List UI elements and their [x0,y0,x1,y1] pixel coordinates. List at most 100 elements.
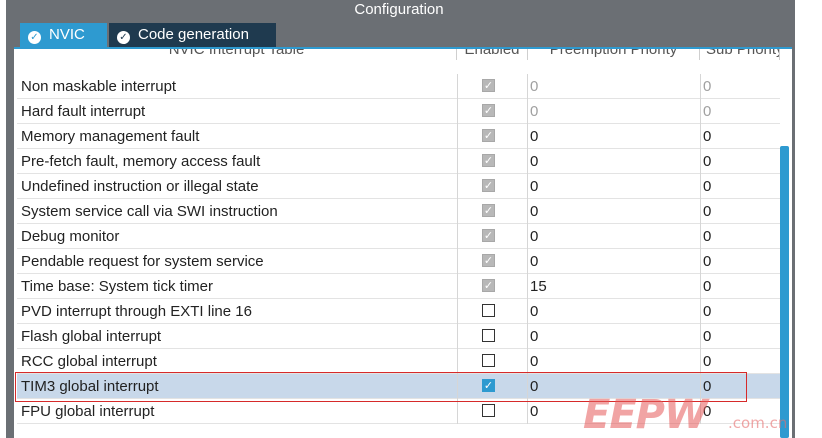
column-divider [457,224,458,249]
preemption-priority-value[interactable]: 0 [530,349,538,373]
tab-code-generation[interactable]: ✓ Code generation [109,23,276,47]
column-divider [457,99,458,124]
sub-priority-value[interactable]: 0 [703,224,711,248]
enabled-checkbox: ✓ [482,229,495,242]
enabled-checkbox[interactable] [482,354,495,367]
column-divider [527,99,528,124]
sub-priority-value[interactable]: 0 [703,124,711,148]
interrupt-name: Non maskable interrupt [21,78,177,95]
table-row[interactable]: RCC global interrupt 0 0 [17,349,780,374]
window-frame-left [6,0,14,438]
column-divider [457,274,458,299]
column-divider [457,74,458,99]
enabled-checkbox: ✓ [482,254,495,267]
enabled-checkbox: ✓ [482,154,495,167]
table-row[interactable]: Hard fault interrupt ✓ 0 0 [17,99,780,124]
preemption-priority-value[interactable]: 0 [530,324,538,348]
enabled-checkbox: ✓ [482,104,495,117]
sub-priority-value[interactable]: 0 [703,249,711,273]
enabled-checkbox: ✓ [482,204,495,217]
table-header: NVIC Interrupt Table Enabled Preemption … [14,49,780,61]
column-divider [700,174,701,199]
sub-priority-value[interactable]: 0 [703,174,711,198]
interrupt-name: Hard fault interrupt [21,103,146,120]
tab-nvic[interactable]: ✓ NVIC [20,23,107,47]
check-circle-icon: ✓ [28,31,41,44]
table-row[interactable]: Memory management fault ✓ 0 0 [17,124,780,149]
table-row[interactable]: PVD interrupt through EXTI line 16 0 0 [17,299,780,324]
preemption-priority-value[interactable]: 15 [530,274,547,298]
sub-priority-value[interactable]: 0 [703,274,711,298]
interrupt-name: RCC global interrupt [21,353,157,370]
enabled-checkbox: ✓ [482,179,495,192]
column-divider [457,124,458,149]
table-row[interactable]: Flash global interrupt 0 0 [17,324,780,349]
table-row[interactable]: Pendable request for system service ✓ 0 0 [17,249,780,274]
column-divider [700,74,701,99]
enabled-checkbox[interactable] [482,404,495,417]
highlight-box [15,372,747,402]
enabled-checkbox: ✓ [482,129,495,142]
check-circle-icon: ✓ [117,31,130,44]
outer-margin-right [795,0,822,438]
sub-priority-value: 0 [703,103,712,120]
sub-priority-value[interactable]: 0 [703,399,711,423]
sub-priority-value[interactable]: 0 [703,349,711,373]
column-divider [527,174,528,199]
column-header-preemption[interactable]: Preemption Priority [528,49,700,60]
sub-priority-value[interactable]: 0 [703,149,711,173]
table-row[interactable]: Debug monitor ✓ 0 0 [17,224,780,249]
column-divider [700,124,701,149]
column-divider [457,174,458,199]
sub-priority-value[interactable]: 0 [703,299,711,323]
preemption-priority-value[interactable]: 0 [530,199,538,223]
table-row[interactable]: Pre-fetch fault, memory access fault ✓ 0 0 [17,149,780,174]
preemption-priority-value[interactable]: 0 [530,224,538,248]
column-divider [700,149,701,174]
preemption-priority-value[interactable]: 0 [530,174,538,198]
column-divider [700,299,701,324]
column-header-enabled[interactable]: Enabled [457,49,528,60]
enabled-checkbox: ✓ [482,79,495,92]
column-divider [700,249,701,274]
column-divider [457,149,458,174]
column-header-sub-priority[interactable]: Sub Priority [700,49,780,60]
preemption-priority-value[interactable]: 0 [530,249,538,273]
column-divider [700,224,701,249]
tab-nvic-label: NVIC [49,26,85,43]
interrupt-name: Undefined instruction or illegal state [21,178,259,195]
column-divider [527,399,528,424]
column-divider [457,299,458,324]
preemption-priority-value[interactable]: 0 [530,399,538,423]
column-divider [457,199,458,224]
scrollbar-thumb[interactable] [780,146,789,438]
tab-code-generation-label: Code generation [138,26,249,43]
interrupt-name: Time base: System tick timer [21,278,213,295]
column-divider [527,249,528,274]
sub-priority-value: 0 [703,78,712,95]
column-divider [527,74,528,99]
column-divider [457,249,458,274]
column-header-interrupt[interactable]: NVIC Interrupt Table [17,49,457,60]
sub-priority-value[interactable]: 0 [703,199,711,223]
column-divider [527,299,528,324]
enabled-checkbox[interactable] [482,304,495,317]
column-divider [700,399,701,424]
preemption-priority-value[interactable]: 0 [530,124,538,148]
column-divider [700,99,701,124]
table-row[interactable]: System service call via SWI instruction ✓… [17,199,780,224]
preemption-priority-value[interactable]: 0 [530,299,538,323]
table-row[interactable]: Non maskable interrupt ✓ 0 0 [17,74,780,99]
table-row[interactable]: Time base: System tick timer ✓ 15 0 [17,274,780,299]
interrupt-name: Pre-fetch fault, memory access fault [21,153,261,170]
enabled-checkbox[interactable] [482,329,495,342]
column-divider [700,324,701,349]
column-divider [700,274,701,299]
window-title: Configuration [6,0,792,21]
table-row[interactable]: FPU global interrupt 0 0 [17,399,780,424]
preemption-priority-value[interactable]: 0 [530,149,538,173]
column-divider [527,199,528,224]
table-row[interactable]: Undefined instruction or illegal state ✓ 0… [17,174,780,199]
column-divider [457,324,458,349]
sub-priority-value[interactable]: 0 [703,324,711,348]
